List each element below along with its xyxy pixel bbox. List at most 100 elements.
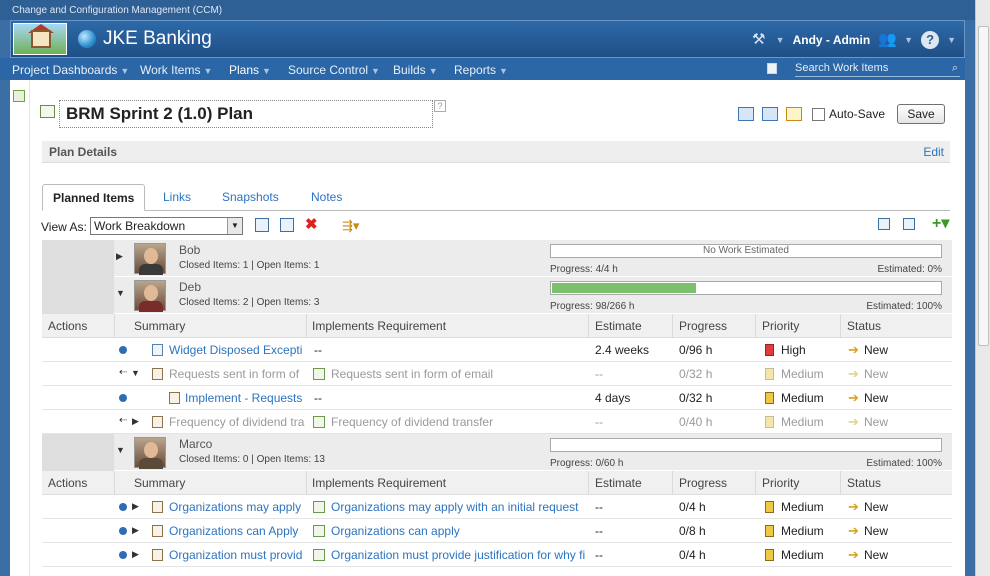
help-icon[interactable]: ? [434,100,446,112]
info-icon[interactable] [119,503,127,511]
col-summary[interactable]: Summary [134,476,185,490]
chevron-down-icon[interactable]: ▼ [227,218,242,234]
plan-title-field[interactable]: BRM Sprint 2 (1.0) Plan [59,100,433,128]
saved-search-icon[interactable] [767,63,777,74]
table-row[interactable]: ▶ Organization must provid Organization … [42,543,952,567]
expand-icon[interactable]: ▶ [132,549,139,560]
priority-cell[interactable]: Medium [781,548,824,562]
copy-icon[interactable] [255,218,269,232]
autosave-checkbox[interactable] [812,107,825,121]
nav-project-dashboards[interactable]: Project Dashboards ▼ [12,63,129,77]
export-icon[interactable] [762,107,778,121]
col-estimate[interactable]: Estimate [595,319,642,333]
summary-link[interactable]: Widget Disposed Excepti [169,343,306,357]
collapse-icon[interactable]: ▼ [116,288,125,298]
status-cell[interactable]: New [864,524,888,538]
expand-all-icon[interactable] [878,218,890,230]
col-actions[interactable]: Actions [48,476,87,490]
status-cell[interactable]: New [864,415,888,429]
col-estimate[interactable]: Estimate [595,476,642,490]
expand-icon[interactable]: ▶ [116,251,123,262]
nav-source-control[interactable]: Source Control ▼ [288,63,380,77]
info-icon[interactable] [119,394,127,402]
requirement-link[interactable]: Organizations can apply [331,524,586,538]
summary-link[interactable]: Requests sent in form of [169,367,306,381]
user-menu[interactable]: Andy - Admin [793,33,871,47]
delete-icon[interactable]: ✖ [305,217,319,232]
collapse-icon[interactable]: ▼ [131,368,140,378]
view-as-select[interactable]: Work Breakdown ▼ [90,217,243,235]
save-button[interactable]: Save [897,104,946,124]
collapse-icon[interactable]: ▼ [116,445,125,455]
table-row[interactable]: Implement - Requests -- 4 days 0/32 h Me… [42,386,952,410]
chevron-down-icon[interactable]: ▼ [904,35,913,45]
refresh-icon[interactable] [786,107,802,121]
col-actions[interactable]: Actions [48,319,87,333]
tab-snapshots[interactable]: Snapshots [222,190,279,204]
nav-work-items[interactable]: Work Items ▼ [140,63,212,77]
requirement-link[interactable]: Organization must provide justification … [331,548,586,562]
summary-link[interactable]: Organizations can Apply [169,524,306,538]
table-row[interactable]: Widget Disposed Excepti -- 2.4 weeks 0/9… [42,338,952,362]
table-row[interactable]: ⇠ ▶ Frequency of dividend tra Frequency … [42,410,952,434]
requirement-link[interactable]: Organizations may apply with an initial … [331,500,586,514]
col-progress[interactable]: Progress [679,476,727,490]
edit-icon[interactable] [280,218,294,232]
priority-cell[interactable]: High [781,343,806,357]
summary-link[interactable]: Organizations may apply [169,500,306,514]
priority-cell[interactable]: Medium [781,500,824,514]
help-icon[interactable]: ? [921,31,940,49]
tab-links[interactable]: Links [163,190,191,204]
add-item-icon[interactable]: +▾ [932,216,949,232]
edit-details-link[interactable]: Edit [923,145,944,159]
nav-reports[interactable]: Reports ▼ [454,63,508,77]
nav-plans[interactable]: Plans ▼ [229,63,271,77]
search-icon[interactable]: ⌕ [952,62,958,75]
priority-cell[interactable]: Medium [781,415,824,429]
col-status[interactable]: Status [847,319,881,333]
tools-icon[interactable]: ⚒ [750,31,768,49]
scrollbar-thumb[interactable] [978,26,989,346]
expand-icon[interactable]: ▶ [132,525,139,536]
col-implements-requirement[interactable]: Implements Requirement [312,476,446,490]
table-row[interactable]: ⇠ ▼ Requests sent in form of Requests se… [42,362,952,386]
vertical-scrollbar[interactable] [975,0,990,576]
chevron-down-icon[interactable]: ▼ [776,35,785,45]
collapse-all-icon[interactable] [903,218,915,230]
col-implements-requirement[interactable]: Implements Requirement [312,319,446,333]
expand-icon[interactable]: ▶ [132,501,139,512]
requirement-link[interactable]: Requests sent in form of email [331,367,586,381]
info-icon[interactable] [119,346,127,354]
expand-icon[interactable]: ▶ [132,416,139,427]
summary-link[interactable]: Organization must provid [169,548,306,562]
priority-cell[interactable]: Medium [781,391,824,405]
summary-link[interactable]: Implement - Requests [185,391,306,405]
table-row[interactable]: ▶ Organizations may apply Organizations … [42,495,952,519]
tab-notes[interactable]: Notes [311,190,342,204]
table-row[interactable]: ▶ Organizations can Apply Organizations … [42,519,952,543]
col-summary[interactable]: Summary [134,319,185,333]
grid-icon[interactable] [13,90,25,102]
import-icon[interactable] [738,107,754,121]
filter-icon[interactable]: ⇶▾ [342,218,359,233]
chevron-down-icon[interactable]: ▼ [947,35,956,45]
search-work-items[interactable]: Search Work Items ⌕ [795,61,960,77]
nav-builds[interactable]: Builds ▼ [393,63,438,77]
status-cell[interactable]: New [864,391,888,405]
info-icon[interactable] [119,551,127,559]
col-priority[interactable]: Priority [762,319,799,333]
status-cell[interactable]: New [864,343,888,357]
status-cell[interactable]: New [864,548,888,562]
requirement-link[interactable]: Frequency of dividend transfer [331,415,586,429]
priority-cell[interactable]: Medium [781,367,824,381]
tab-planned-items[interactable]: Planned Items [42,184,146,211]
autosave-toggle[interactable]: Auto-Save [812,107,885,121]
info-icon[interactable] [119,527,127,535]
col-progress[interactable]: Progress [679,319,727,333]
status-cell[interactable]: New [864,367,888,381]
col-priority[interactable]: Priority [762,476,799,490]
users-icon[interactable]: 👥 [878,31,897,49]
summary-link[interactable]: Frequency of dividend tra [169,415,306,429]
status-cell[interactable]: New [864,500,888,514]
col-status[interactable]: Status [847,476,881,490]
